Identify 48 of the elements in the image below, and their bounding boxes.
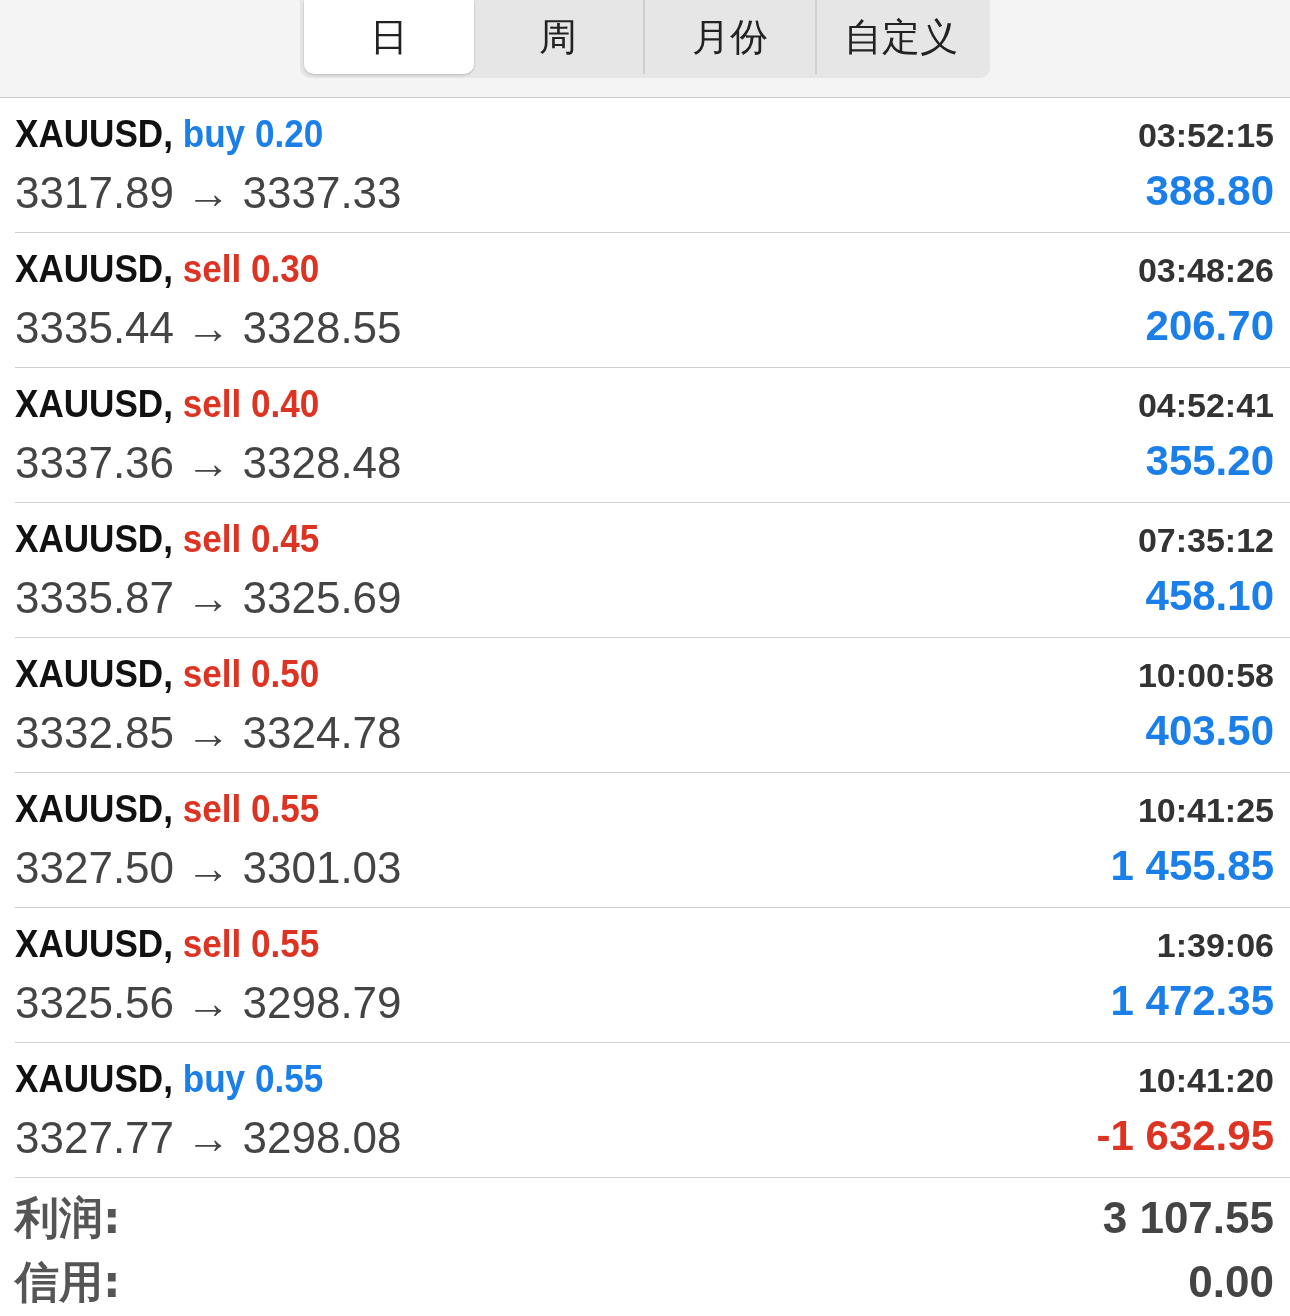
price-range: 3332.85 → 3324.78 bbox=[15, 708, 402, 758]
symbol-label: XAUUSD, bbox=[15, 517, 173, 560]
period-tab[interactable]: 周 bbox=[473, 0, 645, 74]
price-range: 3325.56 → 3298.79 bbox=[15, 978, 402, 1028]
symbol-label: XAUUSD, bbox=[15, 652, 173, 695]
summary-label: 利润: bbox=[15, 1190, 121, 1245]
symbol-label: XAUUSD, bbox=[15, 247, 173, 290]
symbol-label: XAUUSD, bbox=[15, 382, 173, 425]
price-range: 3337.36 → 3328.48 bbox=[15, 438, 402, 488]
summary-label: 信用: bbox=[15, 1254, 121, 1309]
close-time: 04:52:41 bbox=[1137, 385, 1274, 425]
order-type-label: sell 0.50 bbox=[182, 652, 320, 695]
profit-value: -1 632.95 bbox=[1096, 1111, 1274, 1160]
summary-value: 3 107.55 bbox=[1102, 1193, 1274, 1243]
period-tab[interactable]: 自定义 bbox=[816, 0, 986, 74]
symbol-label: XAUUSD, bbox=[15, 787, 173, 830]
order-type-label: sell 0.40 bbox=[182, 382, 320, 425]
close-time: 03:52:15 bbox=[1137, 115, 1274, 155]
order-type-label: buy 0.20 bbox=[182, 112, 324, 155]
order-type-label: buy 0.55 bbox=[182, 1057, 324, 1100]
profit-value: 206.70 bbox=[1145, 301, 1274, 350]
profit-value: 458.10 bbox=[1145, 571, 1274, 620]
price-range: 3335.44 → 3328.55 bbox=[15, 303, 402, 353]
order-type-label: sell 0.45 bbox=[182, 517, 320, 560]
profit-value: 1 472.35 bbox=[1110, 976, 1274, 1025]
symbol-label: XAUUSD, bbox=[15, 922, 173, 965]
close-time: 10:41:25 bbox=[1137, 790, 1274, 830]
price-range: 3335.87 → 3325.69 bbox=[15, 573, 402, 623]
close-time: 10:41:20 bbox=[1137, 1060, 1274, 1100]
close-time: 10:00:58 bbox=[1137, 655, 1274, 695]
price-range: 3327.50 → 3301.03 bbox=[15, 843, 402, 893]
profit-value: 355.20 bbox=[1145, 436, 1274, 485]
close-time: 07:35:12 bbox=[1137, 520, 1274, 560]
order-type-label: sell 0.30 bbox=[182, 247, 320, 290]
profit-value: 1 455.85 bbox=[1110, 841, 1274, 890]
symbol-label: XAUUSD, bbox=[15, 112, 173, 155]
summary-value: 0.00 bbox=[1188, 1257, 1274, 1307]
price-range: 3317.89 → 3337.33 bbox=[15, 168, 402, 218]
period-tab[interactable]: 日 bbox=[304, 0, 474, 74]
close-time: 03:48:26 bbox=[1137, 250, 1274, 290]
profit-value: 388.80 bbox=[1145, 166, 1274, 215]
order-type-label: sell 0.55 bbox=[182, 922, 320, 965]
close-time: 1:39:06 bbox=[1156, 925, 1274, 965]
price-range: 3327.77 → 3298.08 bbox=[15, 1113, 402, 1163]
profit-value: 403.50 bbox=[1145, 706, 1274, 755]
order-type-label: sell 0.55 bbox=[182, 787, 320, 830]
period-tab[interactable]: 月份 bbox=[645, 0, 817, 74]
symbol-label: XAUUSD, bbox=[15, 1057, 173, 1100]
